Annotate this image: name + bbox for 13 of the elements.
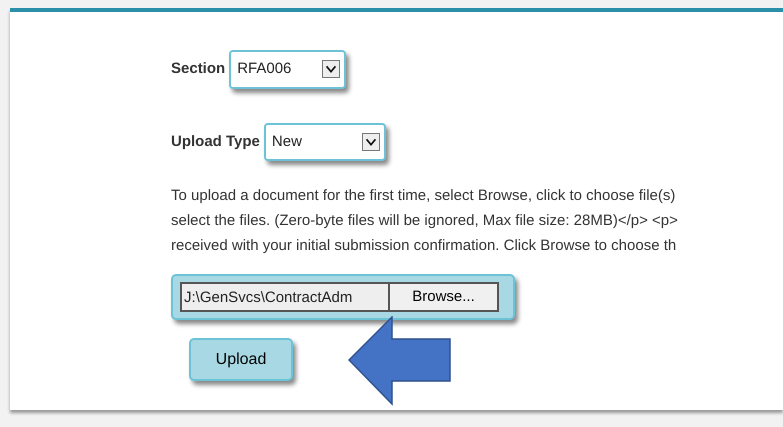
upload-button[interactable]: Upload: [189, 338, 293, 381]
instruction-text: To upload a document for the first time, select Browse, click to choose file(s): [171, 186, 676, 206]
field-label: Upload Type: [171, 132, 260, 152]
caret-icon: [362, 132, 380, 151]
field-label: Section: [171, 59, 226, 79]
caret-icon: [322, 60, 340, 78]
browse-button[interactable]: Browse...: [388, 282, 499, 312]
instruction-text: received with your initial submission confirmation. Click Browse to choose th: [171, 236, 678, 256]
arrow-icon: [348, 316, 452, 406]
file-path-field[interactable]: J:\GenSvcs\ContractAdm: [180, 282, 388, 312]
dropdown[interactable]: New: [264, 122, 386, 161]
dropdown[interactable]: RFA006: [229, 50, 346, 88]
instruction-text: select the files. (Zero-byte files will be ignored, Max file size: 28MB)</p> <p>: [171, 211, 679, 231]
